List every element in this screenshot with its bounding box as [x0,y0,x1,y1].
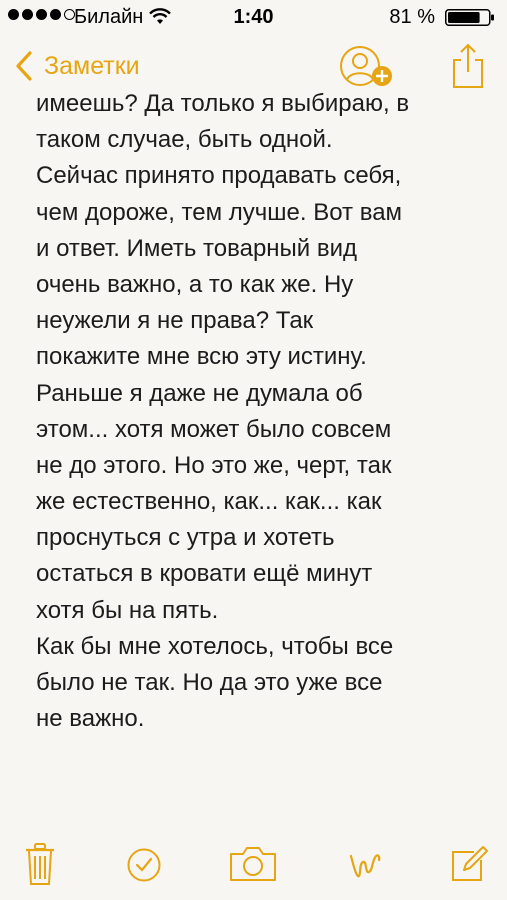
bottom-toolbar [0,836,507,896]
note-line: Сейчас принято продавать себя, [36,162,402,190]
add-person-icon[interactable] [338,44,398,92]
battery-icon [445,9,494,26]
compose-icon[interactable] [448,842,490,886]
chevron-left-icon [16,51,32,81]
note-line: таком случае, быть одной. [36,126,333,154]
note-line: же естественно, как... как... как [36,488,382,516]
status-bar: Билайн 1:40 81 % [0,0,507,36]
sketch-icon[interactable] [345,842,385,886]
note-line: Как бы мне хотелось, чтобы все [36,632,394,660]
camera-icon[interactable] [228,842,278,886]
note-text-area[interactable]: имеешь? Да только я выбираю, в таком слу… [36,86,486,786]
note-line: Раньше я даже не думала об [36,379,363,407]
note-line: очень важно, а то как же. Ну [36,270,354,298]
note-line: этом... хотя может было совсем [36,415,392,443]
note-line: проснуться с утра и хотеть [36,524,335,552]
note-line: хотя бы на пять. [36,596,219,624]
share-icon[interactable] [449,42,487,90]
note-line: и ответ. Иметь товарный вид [36,234,358,262]
note-line: было не так. Но да это уже все [36,669,383,696]
note-line: имеешь? Да только я выбираю, в [36,90,410,117]
battery-percentage: 81 % [389,6,435,28]
back-button[interactable]: Заметки [14,46,140,86]
note-line: не важно. [36,705,145,733]
note-line: остаться в кровати ещё минут [36,560,373,588]
back-button-label: Заметки [44,51,140,80]
checklist-icon[interactable] [125,842,163,886]
note-line: покажите мне всю эту истину. [36,343,367,371]
note-line: чем дороже, тем лучше. Вот вам [36,198,403,226]
note-line: неужели я не права? Так [36,307,314,335]
trash-icon[interactable] [24,842,56,886]
note-line: не до этого. Но это же, черт, так [36,451,392,479]
